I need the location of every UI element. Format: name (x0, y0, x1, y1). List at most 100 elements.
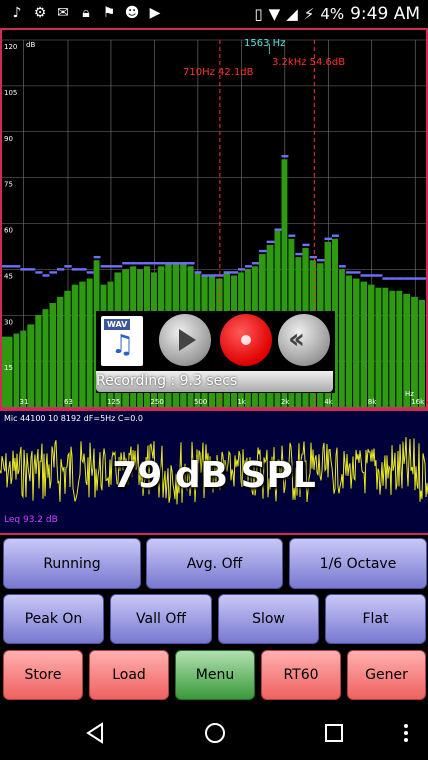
spectrum-bar (396, 290, 403, 407)
peak-hold-mark (114, 265, 123, 268)
peak-hold-mark (360, 274, 369, 277)
peak-hold-mark (324, 237, 332, 240)
peak-hold-mark (403, 277, 412, 280)
spectrum-bar (418, 299, 425, 407)
x-tick-label: 4k (324, 398, 333, 406)
peak-button[interactable]: Peak On (3, 594, 104, 644)
peak-hold-mark (79, 268, 87, 271)
recording-status: Recording : 9.3 secs (96, 373, 238, 389)
spectrum-bar (49, 303, 57, 407)
peak-hold-mark (295, 252, 303, 256)
spectrum-bar (20, 330, 27, 407)
notification-icons: ♪ ⚙ ✉ 🔒︎ ⚑ ☻ ▶ (8, 4, 164, 22)
spectrum-bar (42, 309, 49, 407)
octave-button[interactable]: 1/6 Octave (289, 538, 427, 589)
peak-hold-mark (71, 268, 80, 271)
settings-icon: ⚙ (33, 5, 47, 21)
peak-hold-mark (27, 268, 36, 271)
navigation-bar (0, 705, 428, 760)
peak-hold-mark (251, 262, 259, 265)
spectrum-bar (382, 287, 389, 407)
valley-button[interactable]: Vall Off (110, 594, 212, 644)
rewind-button[interactable]: ‹‹ (278, 314, 330, 366)
waveform-panel[interactable]: Mic 44100 10 8192 dF=5Hz C=0.0 79 dB SPL… (0, 409, 428, 535)
store-button[interactable]: Store (3, 650, 83, 700)
record-icon (241, 335, 251, 345)
spectrum-bar (79, 281, 86, 407)
spectrum-bar (64, 290, 71, 407)
leq-readout: Leq 93.2 dB (4, 515, 58, 525)
peak-hold-mark (64, 265, 72, 268)
x-tick-label: 8k (368, 398, 377, 406)
peak-hold-mark (2, 265, 14, 268)
recents-icon[interactable] (322, 721, 346, 745)
peak-hold-mark (187, 262, 195, 265)
peak-hold-mark (317, 259, 325, 262)
speed-button[interactable]: Slow (218, 594, 319, 644)
mic-settings: Mic 44100 10 8192 dF=5Hz C=0.0 (4, 414, 143, 423)
peak-hold-mark (201, 274, 209, 277)
peak-hold-mark (100, 265, 108, 268)
peak-hold-mark (35, 271, 43, 274)
peak-hold-mark (258, 249, 267, 253)
marker-right-label: 3.2kHz 54.6dB (272, 57, 345, 68)
spectrum-bar (345, 275, 353, 407)
peak-hold-mark (208, 274, 217, 277)
spectrum-bar (375, 287, 382, 407)
peak-hold-mark (57, 268, 65, 271)
peak-hold-mark (172, 262, 181, 265)
weighting-button[interactable]: Flat (325, 594, 426, 644)
menu-button[interactable]: Menu (175, 650, 255, 700)
peak-hold-mark (331, 234, 339, 237)
load-button[interactable]: Load (89, 650, 169, 700)
spectrum-bar (389, 290, 396, 407)
peak-hold-mark (411, 277, 419, 280)
peak-hold-mark (288, 234, 296, 237)
battery-icon: ⚡ (303, 5, 315, 23)
spectrum-bar (27, 324, 35, 407)
recording-status-bar: Recording : 9.3 secs (96, 371, 333, 392)
record-button[interactable] (220, 314, 272, 366)
peak-hold-mark (20, 268, 28, 271)
play-button[interactable] (159, 314, 211, 366)
wav-file-icon[interactable]: WAV ♫ (101, 316, 143, 366)
peak-hold-mark (93, 255, 101, 259)
spectrum-bar (86, 278, 93, 407)
generator-button[interactable]: Gener (347, 650, 426, 700)
music-note-icon: ♫ (111, 330, 135, 360)
x-tick-label: 31 (20, 398, 29, 406)
peak-hold-mark (157, 262, 166, 265)
average-button[interactable]: Avg. Off (146, 538, 283, 589)
android-icon: ☻ (124, 5, 140, 21)
peak-hold-mark (338, 265, 346, 268)
wav-label: WAV (104, 319, 131, 330)
rt60-button[interactable]: RT60 (261, 650, 341, 700)
peak-hold-mark (194, 271, 202, 274)
x-tick-label: 16k (411, 398, 425, 406)
y-unit-label: dB (26, 41, 35, 49)
peak-hold-mark (49, 271, 58, 274)
overflow-menu-icon[interactable] (394, 721, 418, 745)
peak-hold-mark (396, 277, 404, 280)
maps-icon: ⚑ (102, 5, 116, 21)
marker-left-label: 710Hz 42.1dB (183, 67, 254, 78)
signal-icon: ◢ (286, 5, 298, 23)
running-button[interactable]: Running (3, 538, 141, 589)
x-tick-label: 2k (281, 398, 290, 406)
clock: 9:49 AM (350, 4, 420, 24)
gmail-icon: ✉ (57, 5, 69, 21)
peak-hold-mark (302, 243, 310, 247)
peak-hold-mark (274, 228, 282, 231)
peak-hold-mark (345, 271, 354, 274)
peak-hold-mark (150, 262, 158, 265)
peak-hold-mark (244, 265, 252, 268)
back-icon[interactable] (84, 721, 108, 745)
home-icon[interactable] (203, 721, 227, 745)
y-tick-label: 105 (4, 89, 17, 97)
y-tick-label: 15 (4, 364, 13, 372)
x-tick-label: 250 (150, 398, 163, 406)
play-icon (179, 329, 196, 351)
y-tick-label: 30 (4, 318, 13, 326)
control-panel: Running Avg. Off 1/6 Octave Peak On Vall… (0, 535, 428, 705)
x-tick-label: 63 (64, 398, 73, 406)
